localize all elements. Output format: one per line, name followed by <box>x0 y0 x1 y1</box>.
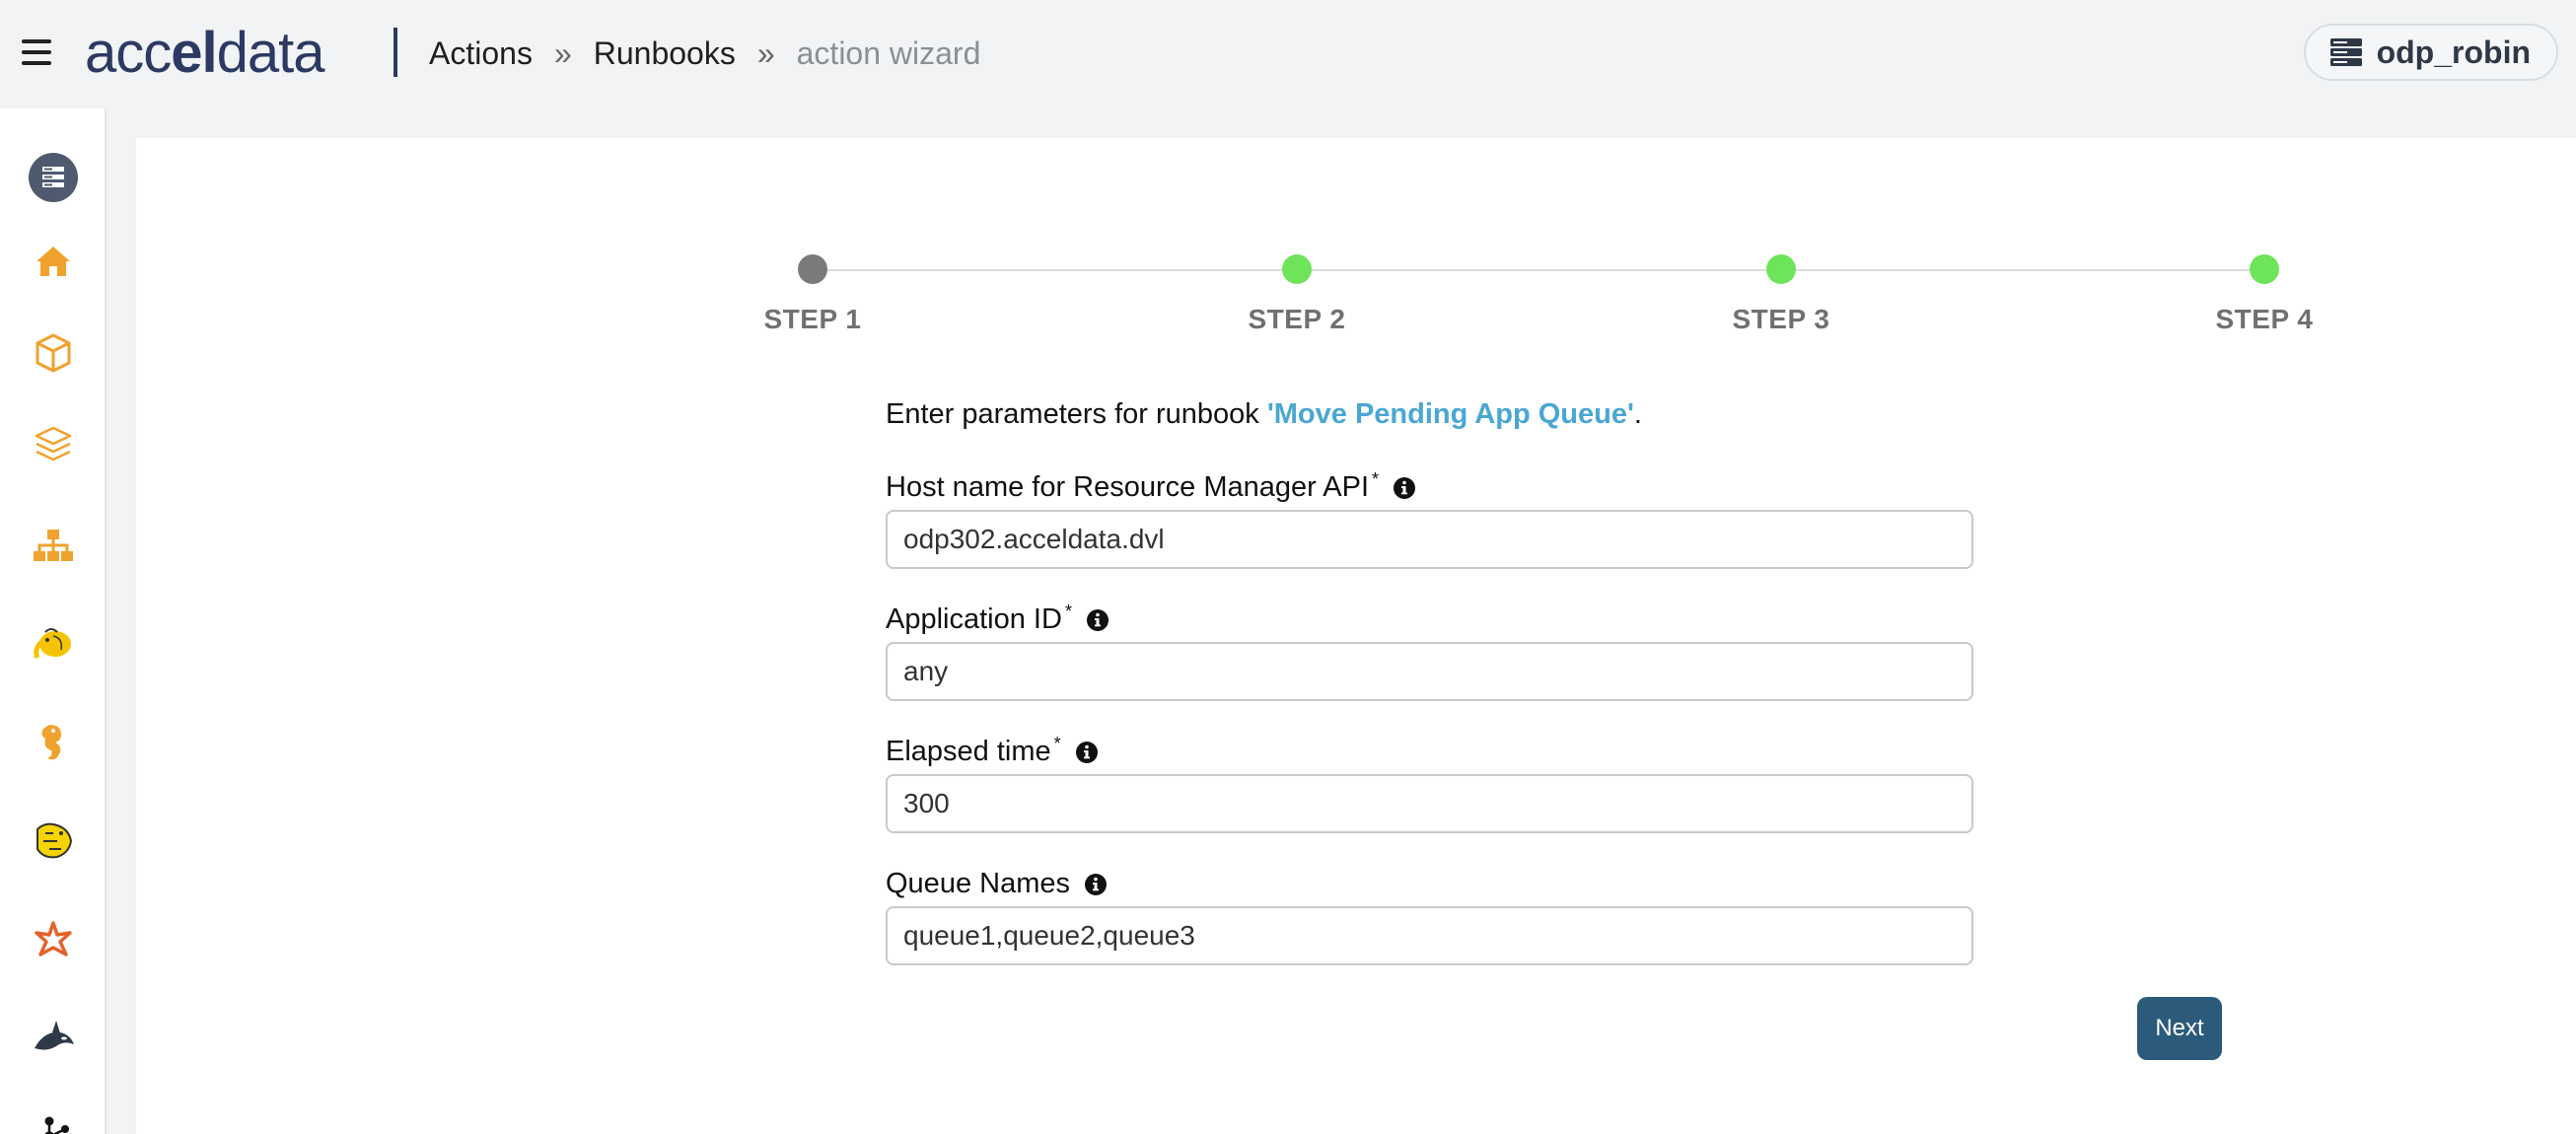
field-label-text: Application ID <box>886 603 1062 635</box>
step-4[interactable]: STEP 4 <box>2166 254 2363 335</box>
step-1[interactable]: STEP 1 <box>714 254 911 335</box>
orca-icon <box>35 1021 74 1050</box>
step-3[interactable]: STEP 3 <box>1682 254 1880 335</box>
step-indicator <box>1282 254 1312 284</box>
breadcrumb-runbooks[interactable]: Runbooks <box>594 35 736 72</box>
field-label-text: Host name for Resource Manager API <box>886 471 1370 503</box>
logo-divider <box>394 28 397 77</box>
seahorse-icon <box>41 725 61 760</box>
hadoop-elephant-icon <box>34 628 71 660</box>
home-icon <box>36 247 70 276</box>
intro-text: Enter parameters for runbook <box>886 398 1267 430</box>
breadcrumb-action-wizard: action wizard <box>796 35 981 71</box>
host-name-input[interactable] <box>886 510 1973 569</box>
info-icon[interactable] <box>1086 608 1109 632</box>
sidebar-item-cube[interactable] <box>0 314 107 392</box>
sidebar-item-hadoop[interactable] <box>0 604 107 683</box>
acceldata-logo[interactable]: acceldata <box>85 20 325 86</box>
sidebar-item-hierarchy[interactable] <box>0 506 107 585</box>
step-indicator <box>798 254 827 284</box>
elapsed-time-input[interactable] <box>886 774 1973 833</box>
runbook-intro: Enter parameters for runbook 'Move Pendi… <box>886 398 1642 431</box>
intro-suffix: . <box>1633 398 1642 430</box>
queue-names-input[interactable] <box>886 906 1973 965</box>
stepper-line <box>813 269 2264 271</box>
step-indicator <box>2250 254 2279 284</box>
required-marker: * <box>1064 602 1072 621</box>
sidebar-item-cluster[interactable] <box>0 138 107 217</box>
hamburger-menu-icon[interactable] <box>22 39 51 65</box>
breadcrumb-actions[interactable]: Actions <box>429 35 533 72</box>
step-label: STEP 2 <box>1248 304 1346 334</box>
next-button[interactable]: Next <box>2137 997 2222 1060</box>
sidebar <box>0 108 107 1134</box>
cluster-icon <box>29 153 78 202</box>
server-icon <box>2329 38 2362 66</box>
hierarchy-icon <box>34 530 73 561</box>
required-marker: * <box>1372 469 1380 489</box>
sidebar-item-hive[interactable] <box>0 802 107 881</box>
hive-icon <box>36 822 73 859</box>
sidebar-item-home[interactable] <box>0 222 107 301</box>
sidebar-item-kafka[interactable] <box>0 1098 107 1134</box>
breadcrumb: Actions » Runbooks » action wizard <box>429 35 980 72</box>
breadcrumb-separator: » <box>553 35 572 71</box>
cube-icon <box>36 333 71 373</box>
cluster-name: odp_robin <box>2376 34 2531 70</box>
top-bar: acceldata Actions » Runbooks » action wi… <box>0 0 2576 108</box>
step-indicator <box>1766 254 1796 284</box>
step-2[interactable]: STEP 2 <box>1198 254 1395 335</box>
layers-icon <box>35 426 72 461</box>
info-icon[interactable] <box>1393 476 1416 500</box>
field-label-queue-names: Queue Names <box>886 868 1108 900</box>
sidebar-item-seahorse[interactable] <box>0 703 107 782</box>
sidebar-item-spark[interactable] <box>0 900 107 979</box>
kafka-icon <box>44 1116 69 1134</box>
runbook-name: 'Move Pending App Queue' <box>1266 398 1634 430</box>
info-icon[interactable] <box>1084 873 1108 896</box>
field-label-text: Elapsed time <box>886 736 1051 767</box>
sidebar-item-layers[interactable] <box>0 404 107 483</box>
step-label: STEP 1 <box>763 304 862 334</box>
spark-star-icon <box>35 921 72 957</box>
step-label: STEP 4 <box>2215 304 2314 334</box>
field-label-application-id: Application ID * <box>886 602 1109 636</box>
field-label-host-name: Host name for Resource Manager API * <box>886 469 1416 504</box>
breadcrumb-separator: » <box>756 35 775 71</box>
required-marker: * <box>1053 734 1061 753</box>
sidebar-item-orca[interactable] <box>0 999 107 1078</box>
application-id-input[interactable] <box>886 642 1973 701</box>
info-icon[interactable] <box>1075 741 1099 764</box>
step-label: STEP 3 <box>1732 304 1830 334</box>
field-label-elapsed-time: Elapsed time * <box>886 734 1099 768</box>
field-label-text: Queue Names <box>886 868 1070 899</box>
cluster-selector[interactable]: odp_robin <box>2303 24 2558 81</box>
